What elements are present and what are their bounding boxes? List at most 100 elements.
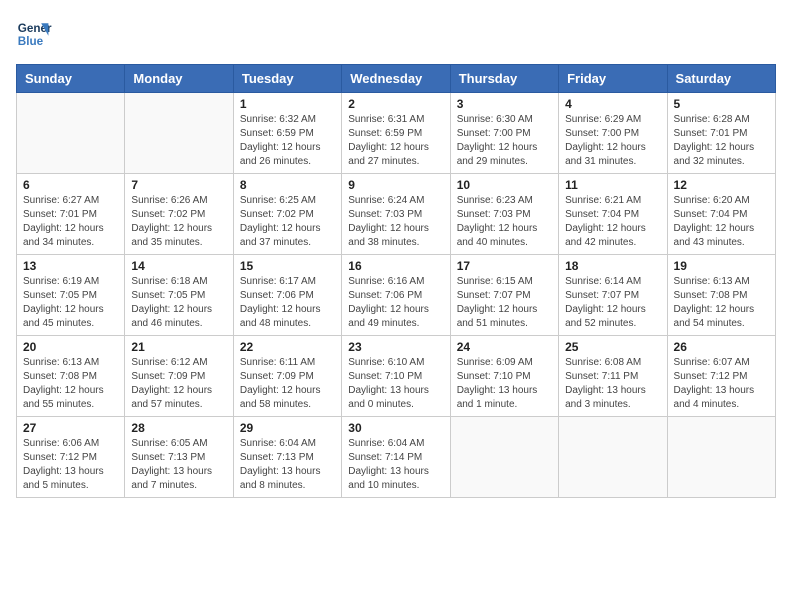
day-number: 25	[565, 340, 660, 354]
day-number: 20	[23, 340, 118, 354]
day-number: 27	[23, 421, 118, 435]
calendar-cell: 13 Sunrise: 6:19 AM Sunset: 7:05 PM Dayli…	[17, 255, 125, 336]
weekday-header-sunday: Sunday	[17, 65, 125, 93]
calendar-cell: 30Sunrise: 6:04 AM Sunset: 7:14 PM Dayli…	[342, 417, 450, 498]
calendar-cell: 26 Sunrise: 6:07 AM Sunset: 7:12 PM Dayli…	[667, 336, 775, 417]
calendar-cell: 16 Sunrise: 6:16 AM Sunset: 7:06 PM Dayli…	[342, 255, 450, 336]
day-number: 2	[348, 97, 443, 111]
calendar-cell: 18 Sunrise: 6:14 AM Sunset: 7:07 PM Dayli…	[559, 255, 667, 336]
calendar-cell: 21 Sunrise: 6:12 AM Sunset: 7:09 PM Dayli…	[125, 336, 233, 417]
day-number: 18	[565, 259, 660, 273]
day-number: 3	[457, 97, 552, 111]
day-info: Sunrise: 6:13 AM Sunset: 7:08 PM Dayligh…	[674, 275, 769, 331]
calendar-cell: 11 Sunrise: 6:21 AM Sunset: 7:04 PM Dayli…	[559, 174, 667, 255]
day-number: 6	[23, 178, 118, 192]
calendar-week-2: 6Sunrise: 6:27 AM Sunset: 7:01 PM Daylig…	[17, 174, 776, 255]
calendar-week-1: 1 Sunrise: 6:32 AM Sunset: 6:59 PM Daylig…	[17, 93, 776, 174]
calendar-cell: 24 Sunrise: 6:09 AM Sunset: 7:10 PM Dayli…	[450, 336, 558, 417]
day-info: Sunrise: 6:10 AM Sunset: 7:10 PM Dayligh…	[348, 356, 443, 412]
calendar-cell: 28 Sunrise: 6:05 AM Sunset: 7:13 PM Dayli…	[125, 417, 233, 498]
calendar-cell: 27 Sunrise: 6:06 AM Sunset: 7:12 PM Dayli…	[17, 417, 125, 498]
day-info: Sunrise: 6:26 AM Sunset: 7:02 PM Dayligh…	[131, 194, 226, 250]
day-info: Sunrise: 6:28 AM Sunset: 7:01 PM Dayligh…	[674, 113, 769, 169]
day-info: Sunrise: 6:12 AM Sunset: 7:09 PM Dayligh…	[131, 356, 226, 412]
calendar-cell	[450, 417, 558, 498]
calendar-cell: 25 Sunrise: 6:08 AM Sunset: 7:11 PM Dayli…	[559, 336, 667, 417]
calendar-cell	[125, 93, 233, 174]
day-number: 5	[674, 97, 769, 111]
day-info: Sunrise: 6:07 AM Sunset: 7:12 PM Dayligh…	[674, 356, 769, 412]
day-number: 1	[240, 97, 335, 111]
calendar-cell: 29Sunrise: 6:04 AM Sunset: 7:13 PM Dayli…	[233, 417, 341, 498]
day-number: 17	[457, 259, 552, 273]
calendar-cell: 12 Sunrise: 6:20 AM Sunset: 7:04 PM Dayli…	[667, 174, 775, 255]
svg-text:Blue: Blue	[18, 35, 44, 48]
day-info: Sunrise: 6:29 AM Sunset: 7:00 PM Dayligh…	[565, 113, 660, 169]
calendar-week-3: 13 Sunrise: 6:19 AM Sunset: 7:05 PM Dayli…	[17, 255, 776, 336]
day-info: Sunrise: 6:05 AM Sunset: 7:13 PM Dayligh…	[131, 437, 226, 493]
day-number: 23	[348, 340, 443, 354]
day-info: Sunrise: 6:13 AM Sunset: 7:08 PM Dayligh…	[23, 356, 118, 412]
day-number: 29	[240, 421, 335, 435]
calendar-cell	[559, 417, 667, 498]
day-number: 16	[348, 259, 443, 273]
calendar-cell	[17, 93, 125, 174]
day-info: Sunrise: 6:16 AM Sunset: 7:06 PM Dayligh…	[348, 275, 443, 331]
day-number: 28	[131, 421, 226, 435]
day-info: Sunrise: 6:14 AM Sunset: 7:07 PM Dayligh…	[565, 275, 660, 331]
weekday-header-tuesday: Tuesday	[233, 65, 341, 93]
calendar-table: SundayMondayTuesdayWednesdayThursdayFrid…	[16, 64, 776, 498]
day-info: Sunrise: 6:21 AM Sunset: 7:04 PM Dayligh…	[565, 194, 660, 250]
day-info: Sunrise: 6:09 AM Sunset: 7:10 PM Dayligh…	[457, 356, 552, 412]
day-number: 21	[131, 340, 226, 354]
day-number: 22	[240, 340, 335, 354]
day-info: Sunrise: 6:30 AM Sunset: 7:00 PM Dayligh…	[457, 113, 552, 169]
day-number: 8	[240, 178, 335, 192]
logo: General Blue	[16, 16, 52, 52]
day-info: Sunrise: 6:24 AM Sunset: 7:03 PM Dayligh…	[348, 194, 443, 250]
day-info: Sunrise: 6:08 AM Sunset: 7:11 PM Dayligh…	[565, 356, 660, 412]
calendar-cell	[667, 417, 775, 498]
day-number: 26	[674, 340, 769, 354]
day-number: 12	[674, 178, 769, 192]
day-number: 9	[348, 178, 443, 192]
day-number: 15	[240, 259, 335, 273]
day-info: Sunrise: 6:23 AM Sunset: 7:03 PM Dayligh…	[457, 194, 552, 250]
day-number: 14	[131, 259, 226, 273]
day-info: Sunrise: 6:25 AM Sunset: 7:02 PM Dayligh…	[240, 194, 335, 250]
day-info: Sunrise: 6:31 AM Sunset: 6:59 PM Dayligh…	[348, 113, 443, 169]
calendar-week-4: 20 Sunrise: 6:13 AM Sunset: 7:08 PM Dayli…	[17, 336, 776, 417]
day-info: Sunrise: 6:32 AM Sunset: 6:59 PM Dayligh…	[240, 113, 335, 169]
calendar-cell: 19 Sunrise: 6:13 AM Sunset: 7:08 PM Dayli…	[667, 255, 775, 336]
calendar-cell: 22 Sunrise: 6:11 AM Sunset: 7:09 PM Dayli…	[233, 336, 341, 417]
day-number: 13	[23, 259, 118, 273]
day-info: Sunrise: 6:06 AM Sunset: 7:12 PM Dayligh…	[23, 437, 118, 493]
day-info: Sunrise: 6:15 AM Sunset: 7:07 PM Dayligh…	[457, 275, 552, 331]
day-number: 10	[457, 178, 552, 192]
calendar-cell: 1 Sunrise: 6:32 AM Sunset: 6:59 PM Daylig…	[233, 93, 341, 174]
calendar-cell: 10 Sunrise: 6:23 AM Sunset: 7:03 PM Dayli…	[450, 174, 558, 255]
weekday-header-row: SundayMondayTuesdayWednesdayThursdayFrid…	[17, 65, 776, 93]
calendar-cell: 14 Sunrise: 6:18 AM Sunset: 7:05 PM Dayli…	[125, 255, 233, 336]
day-number: 30	[348, 421, 443, 435]
calendar-cell: 5 Sunrise: 6:28 AM Sunset: 7:01 PM Daylig…	[667, 93, 775, 174]
calendar-cell: 6Sunrise: 6:27 AM Sunset: 7:01 PM Daylig…	[17, 174, 125, 255]
page-header: General Blue	[16, 16, 776, 52]
day-number: 19	[674, 259, 769, 273]
weekday-header-thursday: Thursday	[450, 65, 558, 93]
logo-icon: General Blue	[16, 16, 52, 52]
day-info: Sunrise: 6:18 AM Sunset: 7:05 PM Dayligh…	[131, 275, 226, 331]
day-info: Sunrise: 6:20 AM Sunset: 7:04 PM Dayligh…	[674, 194, 769, 250]
calendar-cell: 2 Sunrise: 6:31 AM Sunset: 6:59 PM Daylig…	[342, 93, 450, 174]
day-info: Sunrise: 6:17 AM Sunset: 7:06 PM Dayligh…	[240, 275, 335, 331]
calendar-cell: 23 Sunrise: 6:10 AM Sunset: 7:10 PM Dayli…	[342, 336, 450, 417]
day-number: 24	[457, 340, 552, 354]
day-number: 11	[565, 178, 660, 192]
weekday-header-saturday: Saturday	[667, 65, 775, 93]
day-info: Sunrise: 6:11 AM Sunset: 7:09 PM Dayligh…	[240, 356, 335, 412]
weekday-header-wednesday: Wednesday	[342, 65, 450, 93]
weekday-header-monday: Monday	[125, 65, 233, 93]
calendar-cell: 4Sunrise: 6:29 AM Sunset: 7:00 PM Daylig…	[559, 93, 667, 174]
day-info: Sunrise: 6:19 AM Sunset: 7:05 PM Dayligh…	[23, 275, 118, 331]
calendar-cell: 7Sunrise: 6:26 AM Sunset: 7:02 PM Daylig…	[125, 174, 233, 255]
